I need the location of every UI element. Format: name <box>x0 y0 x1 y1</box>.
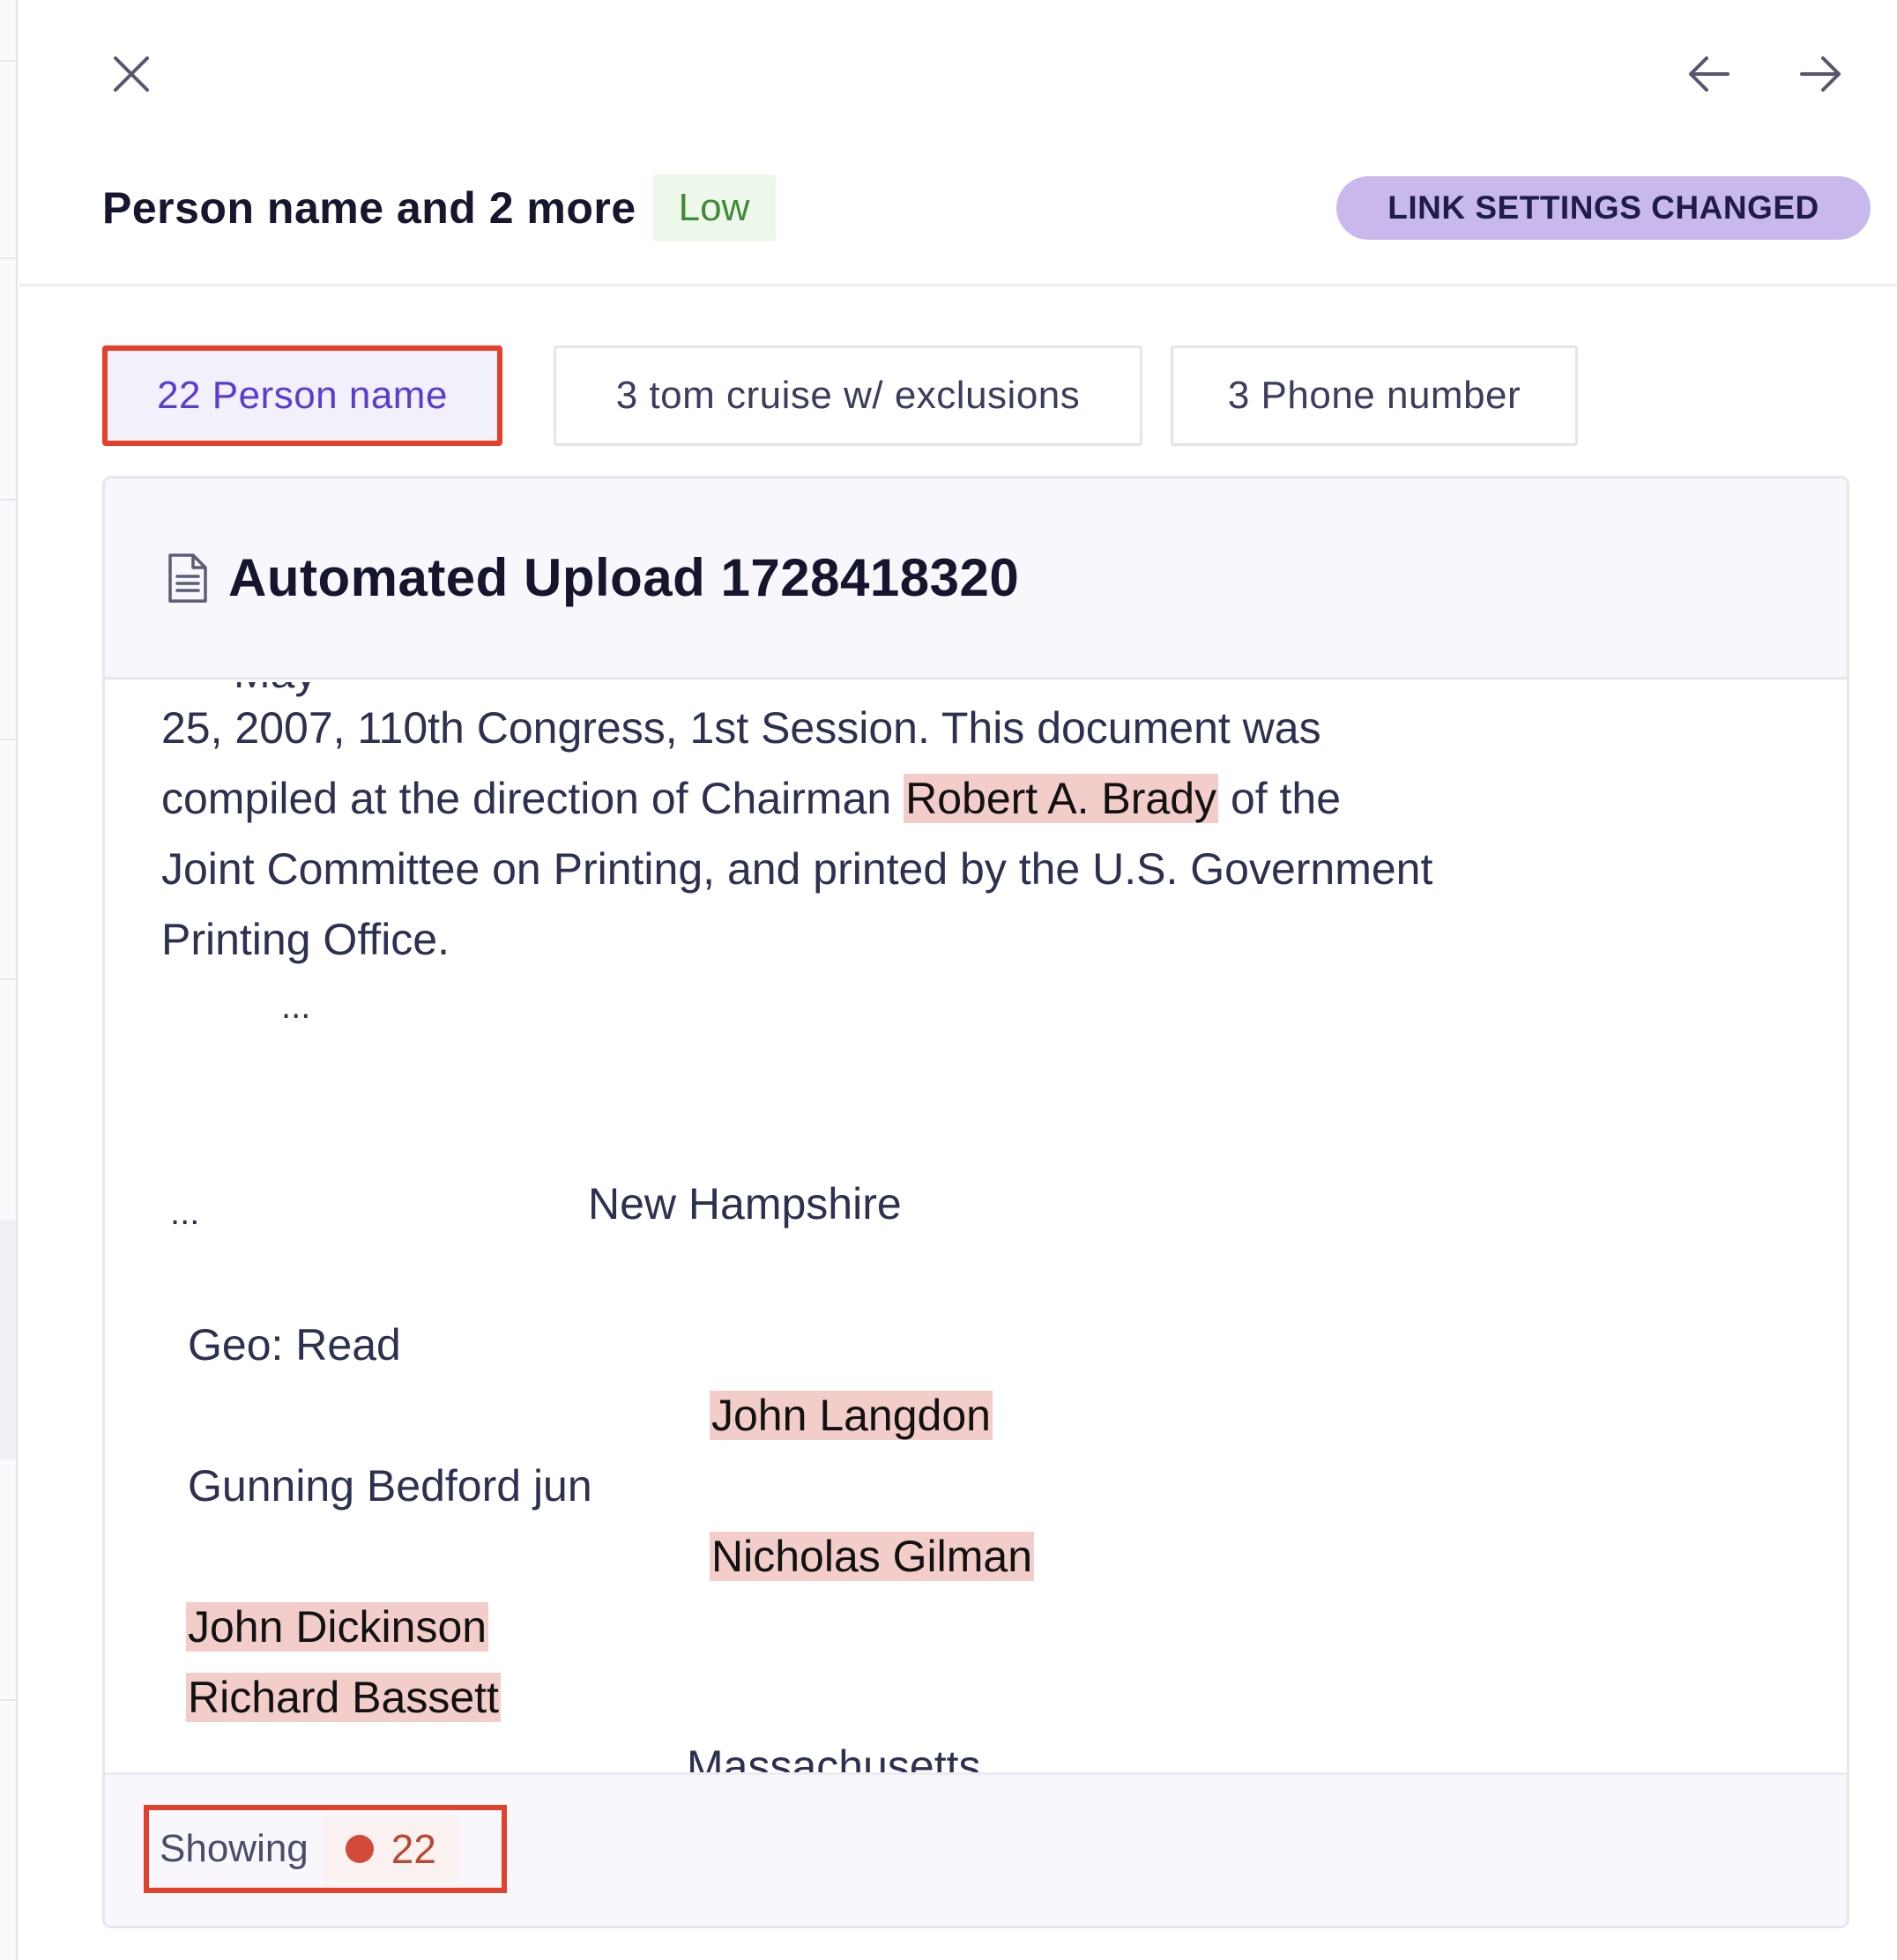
highlighted-person-name: Richard Bassett <box>186 1673 501 1722</box>
divider <box>0 739 16 740</box>
highlighted-person-name: Nicholas Gilman <box>710 1532 1035 1581</box>
tab-tom-cruise[interactable]: 3 tom cruise w/ exclusions <box>554 345 1142 446</box>
text-line: Printing Office. <box>161 915 450 964</box>
text-line: Gunning Bedford jun <box>188 1461 592 1511</box>
divider <box>0 978 16 980</box>
text-line: ... <box>281 987 311 1026</box>
highlighted-person-name: John Langdon <box>710 1391 993 1440</box>
header-divider <box>19 284 1897 286</box>
divider <box>0 1699 16 1701</box>
text-segment: of the <box>1218 774 1342 823</box>
text-line: Joint Committee on Printing, and printed… <box>161 844 1433 894</box>
arrow-right-icon <box>1800 56 1841 92</box>
text-line: Geo: Read <box>188 1320 401 1370</box>
detail-panel: Person name and 2 more Low LINK SETTINGS… <box>19 0 1897 1960</box>
match-count-badge[interactable]: 22 <box>322 1815 459 1882</box>
match-count: 22 <box>391 1826 436 1872</box>
close-button[interactable] <box>103 46 160 102</box>
document-footer: Showing 22 <box>105 1772 1847 1926</box>
status-badge: LINK SETTINGS CHANGED <box>1336 176 1871 240</box>
highlighted-person-name: Robert A. Brady <box>904 774 1219 823</box>
background-list-strip <box>0 0 18 1960</box>
previous-button[interactable] <box>1680 46 1737 102</box>
highlighted-person-name: John Dickinson <box>186 1602 489 1652</box>
document-title: Automated Upload 1728418320 <box>228 548 1020 607</box>
text-segment: compiled at the direction of Chairman <box>161 774 904 823</box>
incident-header: Person name and 2 more Low <box>102 173 777 243</box>
status-dot-icon <box>345 1835 374 1863</box>
document-header: Automated Upload 1728418320 <box>105 479 1847 679</box>
text-line: May <box>234 682 316 698</box>
divider <box>0 499 16 501</box>
text-line: ... <box>170 1193 200 1232</box>
showing-filter[interactable]: Showing 22 <box>144 1805 507 1893</box>
showing-label: Showing <box>160 1827 309 1870</box>
text-line: 25, 2007, 110th Congress, 1st Session. T… <box>161 703 1321 753</box>
document-icon <box>168 553 207 603</box>
next-button[interactable] <box>1793 46 1849 102</box>
text-line: John Langdon <box>710 1389 993 1442</box>
tab-person-name[interactable]: 22 Person name <box>102 345 502 446</box>
divider <box>0 257 16 259</box>
document-preview: Automated Upload 1728418320 May 25, 2007… <box>102 476 1849 1928</box>
text-line: New Hampshire <box>588 1179 902 1229</box>
text-line: Massachusetts <box>687 1741 981 1775</box>
close-icon <box>114 56 149 92</box>
arrow-left-icon <box>1689 56 1730 92</box>
document-content[interactable]: May 25, 2007, 110th Congress, 1st Sessio… <box>105 682 1847 1775</box>
divider <box>0 60 16 62</box>
text-line: Richard Bassett <box>186 1671 501 1724</box>
text-line: compiled at the direction of Chairman Ro… <box>161 772 1341 825</box>
text-line: Nicholas Gilman <box>710 1530 1035 1583</box>
text-line: John Dickinson <box>186 1600 489 1653</box>
selected-row-shade <box>0 1220 16 1459</box>
severity-badge: Low <box>651 174 777 241</box>
incident-title: Person name and 2 more <box>102 183 636 233</box>
tab-phone-number[interactable]: 3 Phone number <box>1171 345 1578 446</box>
